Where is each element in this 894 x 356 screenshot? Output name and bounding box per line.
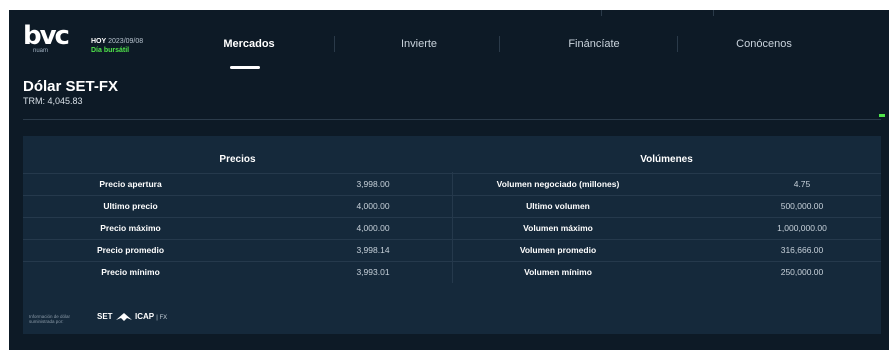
nav-divider bbox=[677, 36, 678, 52]
brand-set: SET bbox=[97, 312, 113, 322]
nav-financiate[interactable]: Fináncíate bbox=[539, 32, 649, 56]
price-value: 3,998.14 bbox=[356, 245, 390, 255]
volume-label: Ultimo volumen bbox=[526, 201, 590, 211]
provider-note: Información de dólar suministrada por: bbox=[29, 314, 71, 324]
price-value: 4,000.00 bbox=[356, 201, 390, 211]
nav-divider bbox=[499, 36, 500, 52]
volume-label: Volumen máximo bbox=[523, 223, 593, 233]
volume-value: 1,000,000.00 bbox=[777, 223, 827, 233]
volume-label: Volumen negociado (millones) bbox=[496, 179, 620, 189]
app-frame: bvc nuam HOY 2023/09/08 Día bursátil Mer… bbox=[9, 10, 889, 350]
main-nav: Mercados Invierte Fináncíate Conócenos bbox=[159, 32, 889, 56]
market-status: Día bursátil bbox=[91, 47, 130, 54]
volume-value: 500,000.00 bbox=[780, 201, 824, 211]
price-value: 4,000.00 bbox=[356, 223, 390, 233]
nav-invierte[interactable]: Invierte bbox=[364, 32, 474, 56]
volume-value: 4.75 bbox=[793, 179, 811, 189]
price-label: Ultimo precio bbox=[103, 201, 158, 211]
header-divider bbox=[601, 10, 602, 16]
section-divider bbox=[23, 119, 881, 120]
column-divider bbox=[452, 172, 453, 283]
price-label: Precio promedio bbox=[96, 245, 165, 255]
nav-divider bbox=[334, 36, 335, 52]
market-data-table: Precios Volúmenes Precio apertura 3,998.0… bbox=[23, 136, 881, 334]
price-value: 3,998.00 bbox=[356, 179, 390, 189]
brand-fx: | FX bbox=[156, 315, 168, 322]
active-tab-indicator bbox=[230, 66, 260, 69]
top-navigation: bvc nuam HOY 2023/09/08 Día bursátil Mer… bbox=[9, 10, 889, 70]
price-label: Precio máximo bbox=[100, 223, 161, 233]
set-icap-logo: SET ICAP | FX bbox=[97, 312, 167, 322]
today-date: 2023/09/08 bbox=[108, 38, 144, 45]
prices-header: Precios bbox=[219, 154, 256, 165]
bvc-logo[interactable]: bvc nuam bbox=[23, 21, 73, 58]
volume-label: Volumen promedio bbox=[519, 245, 597, 255]
page-title: Dólar SET-FX bbox=[23, 78, 119, 95]
nav-conocenos[interactable]: Conócenos bbox=[704, 32, 824, 56]
volumes-header: Volúmenes bbox=[640, 154, 693, 165]
header-divider bbox=[713, 10, 714, 16]
price-value: 3,993.01 bbox=[356, 267, 390, 277]
brand-icap: ICAP bbox=[135, 312, 154, 322]
nav-mercados[interactable]: Mercados bbox=[199, 32, 299, 56]
today-label: HOY bbox=[91, 38, 107, 45]
market-day-indicator: HOY 2023/09/08 Día bursátil bbox=[91, 37, 143, 55]
trm-value: TRM: 4,045.83 bbox=[23, 96, 83, 106]
volume-value: 250,000.00 bbox=[780, 267, 824, 277]
status-accent bbox=[879, 114, 885, 117]
logo-mark: bvc bbox=[23, 21, 70, 51]
price-label: Precio apertura bbox=[99, 179, 162, 189]
price-label: Precio mínimo bbox=[101, 267, 160, 277]
volume-value: 316,666.00 bbox=[780, 245, 824, 255]
set-icap-swoosh-icon bbox=[115, 313, 132, 321]
volume-label: Volumen mínimo bbox=[524, 267, 592, 277]
